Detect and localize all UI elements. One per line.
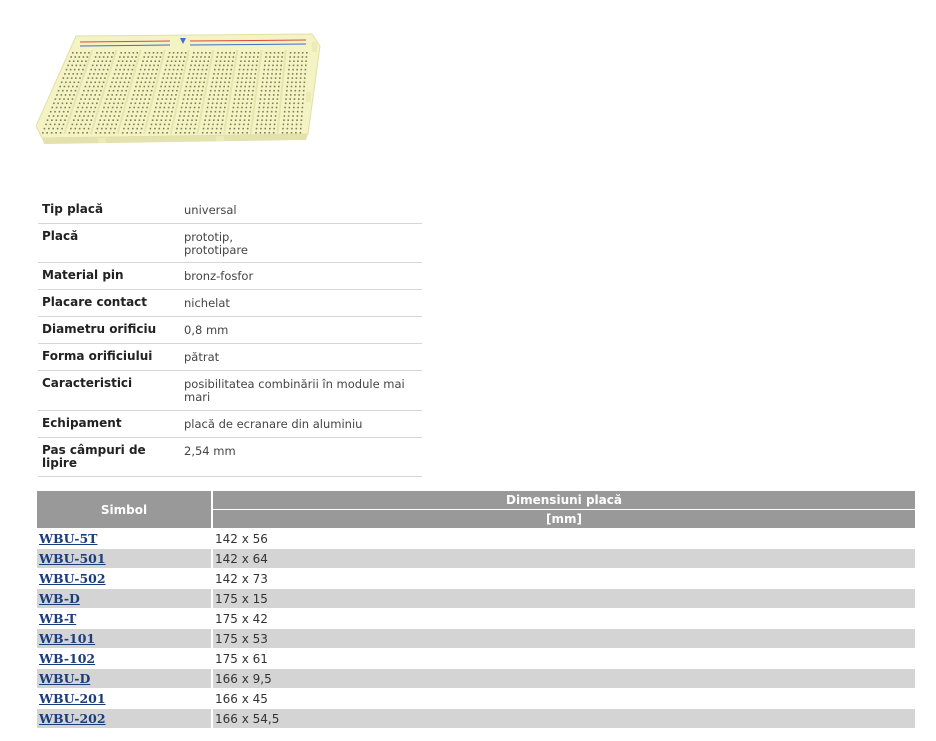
spec-label: Caracteristici [38, 370, 180, 411]
symbol-cell: WBU-5T [37, 529, 213, 549]
breadboard-image [35, 33, 321, 144]
spec-value-line: prototipare [184, 243, 248, 257]
spec-label: Tip placă [38, 197, 180, 224]
table-row: WB-101 175 x 53 [37, 629, 915, 649]
spec-value-line: 0,8 mm [184, 323, 229, 337]
table-row: WBU-501 142 x 64 [37, 549, 915, 569]
spec-label: Diametru orificiu [38, 316, 180, 344]
spec-label: Material pin [38, 262, 180, 290]
spec-label: Forma orificiului [38, 343, 180, 371]
spec-value-line: bronz-fosfor [184, 269, 254, 283]
spec-label: Echipament [38, 410, 180, 438]
dimensions-cell: 166 x 9,5 [213, 669, 915, 689]
product-image [30, 28, 326, 152]
table-row: WBU-202 166 x 54,5 [37, 709, 915, 729]
header-dimensions: Dimensiuni placă [213, 491, 915, 510]
dimensions-cell: 175 x 53 [213, 629, 915, 649]
symbol-cell: WB-D [37, 589, 213, 609]
symbol-cell: WBU-D [37, 669, 213, 689]
spec-value: pătrat [180, 343, 422, 371]
spec-value-line: posibilitatea combinării în module mai m… [184, 377, 405, 404]
product-link[interactable]: WB-102 [39, 651, 95, 666]
spec-row: Pas câmpuri de lipire 2,54 mm [38, 437, 422, 477]
spec-value: prototip, prototipare [180, 223, 422, 263]
spec-row: Tip placă universal [38, 197, 422, 224]
table-row: WB-102 175 x 61 [37, 649, 915, 669]
spec-row: Forma orificiului pătrat [38, 343, 422, 371]
table-row: WB-D 175 x 15 [37, 589, 915, 609]
symbol-cell: WB-T [37, 609, 213, 629]
spec-row: Placă prototip, prototipare [38, 223, 422, 263]
spec-row: Echipament placă de ecranare din aluminiu [38, 410, 422, 438]
spec-value: nichelat [180, 289, 422, 317]
product-link[interactable]: WBU-D [39, 671, 90, 686]
spec-label: Pas câmpuri de lipire [38, 437, 180, 477]
dimensions-cell: 142 x 64 [213, 549, 915, 569]
dimensions-cell: 142 x 56 [213, 529, 915, 549]
product-link[interactable]: WB-101 [39, 631, 95, 646]
symbol-cell: WBU-502 [37, 569, 213, 589]
spec-value: posibilitatea combinării în module mai m… [180, 370, 422, 411]
symbol-cell: WB-102 [37, 649, 213, 669]
spec-label: Placare contact [38, 289, 180, 317]
symbol-cell: WB-101 [37, 629, 213, 649]
spec-value: bronz-fosfor [180, 262, 422, 290]
sizes-table: Simbol Dimensiuni placă [mm] WBU-5T 142 x… [37, 491, 915, 729]
dimensions-cell: 142 x 73 [213, 569, 915, 589]
symbol-cell: WBU-501 [37, 549, 213, 569]
spec-row: Diametru orificiu 0,8 mm [38, 316, 422, 344]
product-link[interactable]: WBU-202 [39, 711, 106, 726]
spec-value-line: nichelat [184, 296, 230, 310]
spec-value-line: universal [184, 203, 237, 217]
spec-value-line: placă de ecranare din aluminiu [184, 417, 363, 431]
table-row: WBU-502 142 x 73 [37, 569, 915, 589]
spec-value-line: 2,54 mm [184, 444, 236, 458]
table-row: WBU-D 166 x 9,5 [37, 669, 915, 689]
product-link[interactable]: WBU-501 [39, 551, 106, 566]
dimensions-cell: 175 x 42 [213, 609, 915, 629]
spec-value: universal [180, 197, 422, 224]
table-row: WB-T 175 x 42 [37, 609, 915, 629]
table-row: WBU-5T 142 x 56 [37, 529, 915, 549]
header-unit: [mm] [213, 510, 915, 529]
spec-value: 2,54 mm [180, 437, 422, 477]
dimensions-cell: 175 x 15 [213, 589, 915, 609]
spec-row: Material pin bronz-fosfor [38, 262, 422, 290]
symbol-cell: WBU-202 [37, 709, 213, 729]
product-link[interactable]: WB-D [39, 591, 80, 606]
header-symbol: Simbol [37, 491, 213, 529]
product-link[interactable]: WBU-201 [39, 691, 106, 706]
spec-value: placă de ecranare din aluminiu [180, 410, 422, 438]
spec-row: Placare contact nichelat [38, 289, 422, 317]
spec-label: Placă [38, 223, 180, 263]
symbol-cell: WBU-201 [37, 689, 213, 709]
product-link[interactable]: WBU-5T [39, 531, 97, 546]
spec-row: Caracteristici posibilitatea combinării î… [38, 370, 422, 411]
dimensions-cell: 166 x 45 [213, 689, 915, 709]
spec-value: 0,8 mm [180, 316, 422, 344]
dimensions-cell: 175 x 61 [213, 649, 915, 669]
specs-table: Tip placă universal Placă prototip, prototip… [38, 197, 422, 477]
table-row: WBU-201 166 x 45 [37, 689, 915, 709]
spec-value-line: pătrat [184, 350, 220, 364]
product-link[interactable]: WB-T [39, 611, 76, 626]
dimensions-cell: 166 x 54,5 [213, 709, 915, 729]
product-link[interactable]: WBU-502 [39, 571, 106, 586]
